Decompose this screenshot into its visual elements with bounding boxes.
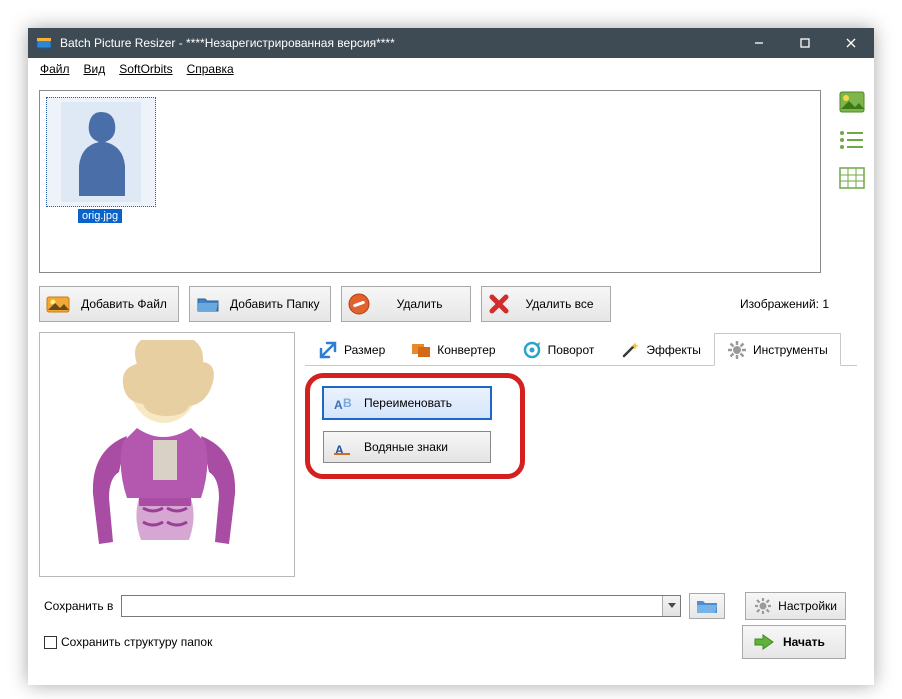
- settings-button[interactable]: Настройки: [745, 592, 846, 620]
- add-file-button[interactable]: Добавить Файл: [39, 286, 179, 322]
- keep-folder-structure-checkbox[interactable]: [44, 636, 57, 649]
- tab-rotate-label: Поворот: [548, 343, 595, 357]
- converter-icon: [411, 340, 431, 360]
- save-to-label: Сохранить в: [44, 599, 113, 613]
- tab-effects[interactable]: Эффекты: [607, 333, 714, 366]
- svg-text:A: A: [334, 398, 343, 412]
- add-folder-label: Добавить Папку: [230, 297, 320, 311]
- resize-icon: [318, 340, 338, 360]
- tab-strip: Размер Конвертер Поворот Эффекты Инструм…: [305, 332, 857, 366]
- preview-pane: [39, 332, 295, 577]
- tab-tools-label: Инструменты: [753, 343, 828, 357]
- view-details-icon[interactable]: [838, 166, 866, 190]
- start-arrow-icon: [753, 633, 775, 651]
- watermark-icon: A: [332, 436, 354, 458]
- maximize-button[interactable]: [782, 28, 828, 58]
- save-path-combobox[interactable]: [121, 595, 681, 617]
- tab-converter[interactable]: Конвертер: [398, 333, 508, 366]
- thumbnail-item[interactable]: [46, 97, 156, 207]
- image-count: Изображений: 1: [740, 297, 859, 311]
- rotate-icon: [522, 340, 542, 360]
- add-file-label: Добавить Файл: [80, 297, 168, 311]
- minimize-button[interactable]: [736, 28, 782, 58]
- delete-button[interactable]: Удалить: [341, 286, 471, 322]
- wand-icon: [620, 340, 640, 360]
- view-thumbnails-icon[interactable]: [838, 90, 866, 114]
- menu-file[interactable]: Файл: [34, 60, 76, 78]
- close-button[interactable]: [828, 28, 874, 58]
- delete-label: Удалить: [380, 297, 460, 311]
- watermark-label: Водяные знаки: [364, 440, 448, 454]
- view-mode-switcher: [838, 90, 866, 190]
- rename-button[interactable]: AB Переименовать: [323, 387, 491, 419]
- browse-folder-button[interactable]: [689, 593, 725, 619]
- chevron-down-icon[interactable]: [662, 596, 680, 616]
- window-title: Batch Picture Resizer - ****Незарегистри…: [60, 36, 395, 50]
- titlebar: Batch Picture Resizer - ****Незарегистри…: [28, 28, 874, 58]
- watermark-button[interactable]: A Водяные знаки: [323, 431, 491, 463]
- delete-all-button[interactable]: Удалить все: [481, 286, 611, 322]
- add-folder-button[interactable]: Добавить Папку: [189, 286, 331, 322]
- thumbnail-list[interactable]: orig.jpg: [39, 90, 821, 273]
- tab-tools[interactable]: Инструменты: [714, 333, 841, 366]
- view-list-icon[interactable]: [838, 128, 866, 152]
- tab-rotate[interactable]: Поворот: [509, 333, 608, 366]
- settings-label: Настройки: [778, 599, 837, 613]
- start-button[interactable]: Начать: [742, 625, 846, 659]
- start-label: Начать: [783, 635, 825, 649]
- tab-size-label: Размер: [344, 343, 385, 357]
- app-icon: [36, 35, 52, 51]
- keep-folder-structure-label: Сохранить структуру папок: [61, 635, 212, 649]
- tools-tab-panel: AB Переименовать A Водяные знаки: [305, 365, 857, 577]
- tab-converter-label: Конвертер: [437, 343, 495, 357]
- rename-label: Переименовать: [364, 396, 452, 410]
- menu-softorbits[interactable]: SoftOrbits: [113, 60, 178, 78]
- tab-size[interactable]: Размер: [305, 333, 398, 366]
- bottom-row: Сохранить структуру папок Начать: [44, 622, 864, 662]
- menu-view[interactable]: Вид: [78, 60, 112, 78]
- delete-all-label: Удалить все: [520, 297, 600, 311]
- save-destination-row: Сохранить в Настройки: [44, 591, 864, 621]
- svg-text:B: B: [343, 396, 352, 410]
- menubar: Файл Вид SoftOrbits Справка: [28, 58, 874, 80]
- menu-help[interactable]: Справка: [181, 60, 240, 78]
- rename-icon: AB: [332, 392, 354, 414]
- main-toolbar: Добавить Файл Добавить Папку Удалить Уда…: [39, 284, 859, 324]
- tab-effects-label: Эффекты: [646, 343, 701, 357]
- thumbnail-filename[interactable]: orig.jpg: [78, 209, 122, 223]
- gear-icon: [727, 340, 747, 360]
